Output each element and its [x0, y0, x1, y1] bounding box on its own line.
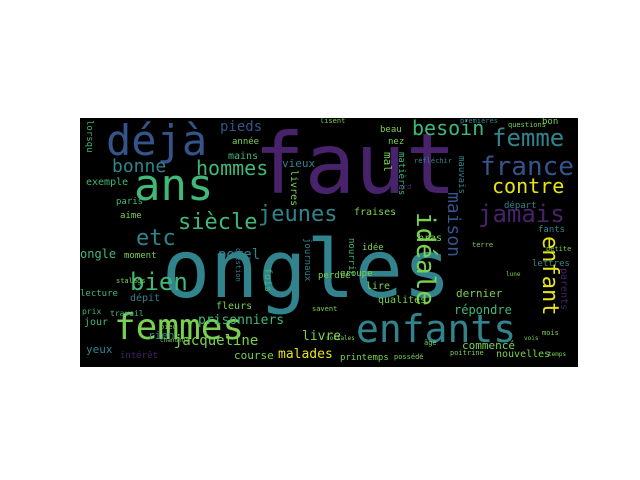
word-nouvelles: nouvelles — [496, 349, 551, 360]
word-paris: paris — [116, 197, 144, 207]
word-cloud: faut ongles déjà ans femmes enfants jeun… — [80, 118, 578, 367]
word-aime: aime — [120, 211, 142, 221]
word-accord: accord — [386, 183, 412, 191]
word-mains: mains — [228, 151, 259, 162]
word-lorsqu: lorsqu — [84, 120, 94, 153]
word-question: question — [234, 248, 242, 282]
word-fraises: fraises — [354, 207, 397, 218]
word-mois: mois — [542, 329, 559, 337]
word-lisent: lisent — [320, 118, 346, 125]
word-ongle: ongle — [80, 247, 117, 261]
word-yeux: yeux — [86, 343, 113, 356]
word-bonne: bonne — [112, 156, 167, 177]
word-mauvais: mauvais — [456, 156, 466, 194]
word-bras: bras — [418, 233, 443, 244]
word-exemple: exemple — [86, 177, 129, 188]
word-travail: travail — [110, 309, 144, 318]
word-savent: savent — [312, 305, 338, 313]
word-pieds: pieds — [220, 119, 263, 135]
word-questions: questions — [508, 121, 546, 129]
word-mal: mal — [381, 152, 394, 172]
word-dernier: dernier — [456, 287, 503, 300]
word-vois: vois — [524, 335, 539, 342]
word-depit: dépit — [130, 293, 161, 304]
word-petite: petite — [546, 245, 572, 253]
word-premieres: premières — [460, 118, 498, 125]
word-possede: possédé — [394, 353, 424, 361]
word-beau: beau — [380, 125, 402, 135]
word-reflechir: réfléchir — [414, 157, 452, 165]
word-parents: parents — [558, 268, 569, 311]
word-jeunes: jeunes — [258, 202, 338, 227]
word-vieux: vieux — [282, 157, 316, 170]
word-fois: fois — [262, 268, 273, 293]
word-poitrine: poitrine — [450, 349, 484, 357]
word-qualites: qualités — [378, 295, 427, 306]
word-fants: fants — [538, 225, 566, 235]
word-sociales: sociales — [326, 335, 355, 342]
word-etc: etc — [136, 226, 176, 251]
word-livres: livres — [288, 170, 299, 207]
word-chandhui: chandhui — [160, 337, 189, 344]
word-prix: prix — [82, 307, 102, 316]
word-pied: pied — [160, 323, 177, 331]
word-moment: moment — [124, 251, 157, 261]
word-annee: année — [232, 137, 260, 147]
word-malades: malades — [278, 347, 333, 362]
word-depart: départ — [504, 201, 537, 211]
word-jour: jour — [84, 317, 109, 328]
word-lecture: lecture — [80, 289, 118, 299]
word-prisonniers: prisonniers — [198, 313, 285, 328]
word-age: âge — [424, 339, 437, 347]
word-perdre: perdre — [318, 271, 351, 281]
word-contre: contre — [492, 174, 565, 198]
word-temps: temps — [548, 351, 567, 358]
word-terre: terre — [472, 241, 494, 249]
word-maison: maison — [443, 192, 464, 258]
word-siecle: siècle — [178, 210, 258, 235]
word-femme: femme — [492, 124, 565, 152]
word-journaux: journaux — [302, 238, 312, 282]
word-stalags: stalags — [116, 277, 146, 285]
word-fleurs: fleurs — [216, 301, 253, 312]
word-idee: idée — [362, 243, 384, 253]
word-printemps: printemps — [340, 353, 389, 363]
word-interet: intérêt — [120, 351, 158, 361]
word-lire: lire — [366, 281, 391, 292]
word-repondre: répondre — [454, 303, 512, 317]
word-ideale: idéale — [410, 212, 440, 306]
word-lune: lune — [506, 271, 521, 278]
word-course: course — [234, 349, 274, 362]
word-nez: nez — [388, 137, 405, 147]
